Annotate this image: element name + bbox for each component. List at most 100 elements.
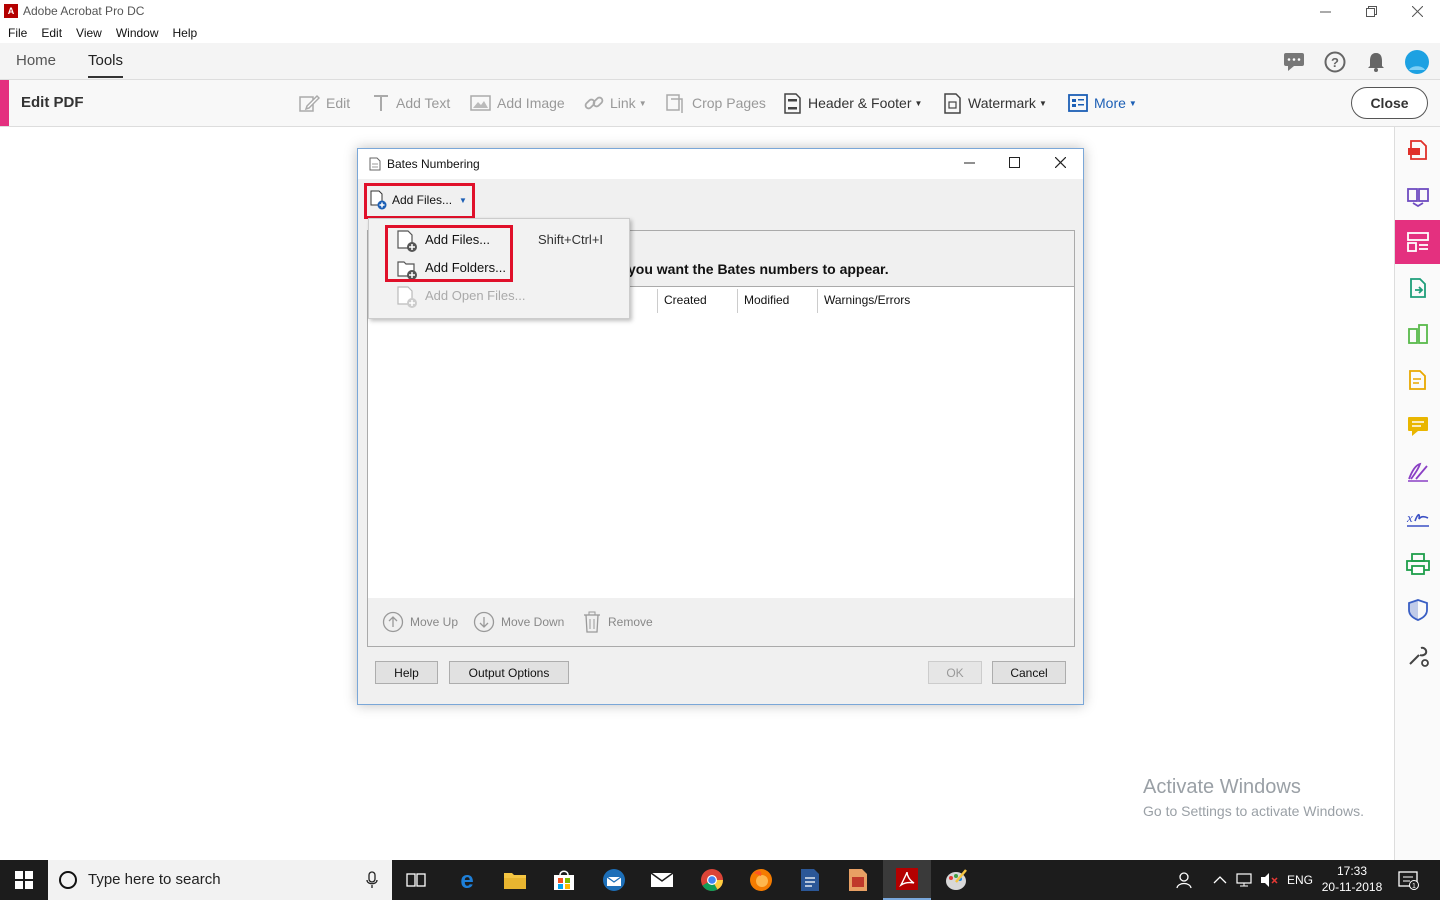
tool-watermark-label: Watermark: [968, 95, 1036, 111]
more-tools-wrench-icon[interactable]: [1395, 634, 1440, 678]
windows-taskbar: Type here to search e ENG 17:33 20-11-20…: [0, 860, 1440, 900]
mail-icon[interactable]: [638, 860, 686, 900]
tool-crop-pages-label: Crop Pages: [692, 95, 766, 111]
menu-window[interactable]: Window: [116, 26, 159, 40]
dialog-minimize-button[interactable]: [959, 155, 979, 172]
tool-add-text[interactable]: Add Text: [372, 92, 450, 114]
image-icon: [470, 95, 491, 111]
move-up-button[interactable]: Move Up: [382, 611, 458, 633]
chevron-down-icon: ▼: [914, 98, 923, 108]
taskbar-search-box[interactable]: Type here to search: [48, 860, 392, 900]
column-modified[interactable]: Modified: [744, 293, 789, 307]
tool-link[interactable]: Link ▼: [584, 92, 647, 114]
activate-title: Activate Windows: [1143, 776, 1301, 798]
minimize-button[interactable]: [1302, 0, 1348, 22]
maximize-icon: [1008, 157, 1020, 168]
document-icon: [369, 157, 381, 171]
protect-shield-icon[interactable]: [1395, 588, 1440, 632]
cancel-button[interactable]: Cancel: [992, 661, 1066, 684]
watermark-icon: [944, 92, 961, 114]
create-pdf-icon[interactable]: [1395, 128, 1440, 172]
chrome-icon[interactable]: [688, 860, 736, 900]
tab-home[interactable]: Home: [16, 52, 56, 69]
ok-button[interactable]: OK: [928, 661, 982, 684]
window-title: Adobe Acrobat Pro DC: [23, 4, 145, 18]
action-center-icon[interactable]: 1: [1398, 860, 1420, 900]
output-options-button[interactable]: Output Options: [449, 661, 569, 684]
paint-icon[interactable]: [932, 860, 980, 900]
request-signatures-icon[interactable]: [1395, 358, 1440, 402]
user-avatar[interactable]: [1404, 49, 1430, 75]
document-viewer-icon[interactable]: [834, 860, 882, 900]
right-tools-sidebar: x: [1394, 127, 1440, 860]
word-document-icon[interactable]: [786, 860, 834, 900]
column-divider: [737, 289, 738, 313]
acrobat-taskbar-icon[interactable]: [883, 860, 931, 900]
tab-tools[interactable]: Tools: [88, 52, 123, 69]
task-view-icon[interactable]: [392, 860, 440, 900]
cortana-icon: [59, 871, 77, 889]
tool-edit-label: Edit: [326, 95, 351, 111]
close-tool-button[interactable]: Close: [1351, 87, 1428, 119]
print-production-icon[interactable]: [1395, 542, 1440, 586]
tool-edit[interactable]: Edit: [298, 92, 350, 114]
clock-time: 17:33: [1336, 864, 1368, 878]
restore-button[interactable]: [1348, 0, 1394, 22]
store-icon[interactable]: [540, 860, 588, 900]
menu-edit[interactable]: Edit: [41, 26, 62, 40]
thunderbird-icon[interactable]: [590, 860, 638, 900]
tool-more[interactable]: More ▼: [1068, 92, 1137, 114]
remove-button[interactable]: Remove: [582, 611, 653, 633]
arrow-down-circle-icon: [473, 611, 495, 633]
menu-item-add-open-files[interactable]: Add Open Files...: [369, 283, 629, 309]
activate-windows-watermark: Activate Windows Go to Settings to activ…: [1143, 776, 1364, 819]
column-divider: [657, 289, 658, 313]
people-icon[interactable]: [1176, 860, 1194, 900]
send-for-signature-icon[interactable]: x: [1395, 496, 1440, 540]
combine-files-icon[interactable]: [1395, 174, 1440, 218]
organize-pages-icon[interactable]: [1395, 220, 1440, 264]
dialog-close-button[interactable]: [1050, 155, 1070, 172]
column-created[interactable]: Created: [664, 293, 707, 307]
svg-text:x: x: [1406, 510, 1413, 525]
tool-header-footer-label: Header & Footer: [808, 95, 912, 111]
comment-icon[interactable]: [1395, 404, 1440, 448]
trash-icon: [584, 611, 600, 633]
add-open-files-icon: [397, 286, 417, 308]
close-icon: [1411, 5, 1423, 17]
link-icon: [584, 96, 604, 110]
volume-muted-icon[interactable]: [1260, 860, 1278, 900]
edge-browser-icon[interactable]: e: [443, 860, 491, 900]
menu-view[interactable]: View: [76, 26, 102, 40]
file-explorer-icon[interactable]: [491, 860, 539, 900]
tool-title: Edit PDF: [21, 94, 84, 111]
export-pdf-icon[interactable]: [1395, 266, 1440, 310]
tool-crop-pages[interactable]: Crop Pages: [665, 92, 766, 114]
column-warnings-errors[interactable]: Warnings/Errors: [824, 293, 910, 307]
network-icon[interactable]: [1236, 860, 1254, 900]
tool-header-footer[interactable]: Header & Footer ▼: [783, 92, 922, 114]
move-down-button[interactable]: Move Down: [473, 611, 564, 633]
tool-add-image[interactable]: Add Image: [470, 92, 565, 114]
taskbar-clock[interactable]: 17:33 20-11-2018: [1320, 863, 1384, 895]
highlight-box: [364, 183, 475, 219]
menu-help[interactable]: Help: [173, 26, 198, 40]
notifications-bell-icon[interactable]: [1363, 49, 1389, 75]
show-hidden-icons-chevron-up-icon[interactable]: [1213, 860, 1227, 900]
tool-add-image-label: Add Image: [497, 95, 565, 111]
tool-add-text-label: Add Text: [396, 95, 451, 111]
close-window-button[interactable]: [1394, 0, 1440, 22]
edit-pdf-side-icon[interactable]: [1395, 312, 1440, 356]
start-button[interactable]: [0, 860, 48, 900]
help-button[interactable]: Help: [375, 661, 438, 684]
comments-icon[interactable]: [1281, 49, 1307, 75]
firefox-icon[interactable]: [737, 860, 785, 900]
search-placeholder: Type here to search: [88, 871, 221, 888]
fill-sign-icon[interactable]: [1395, 450, 1440, 494]
menu-file[interactable]: File: [8, 26, 27, 40]
microphone-icon[interactable]: [366, 871, 378, 889]
dialog-maximize-button[interactable]: [1004, 155, 1024, 172]
language-indicator[interactable]: ENG: [1287, 860, 1313, 900]
help-icon[interactable]: ?: [1322, 49, 1348, 75]
tool-watermark[interactable]: Watermark ▼: [943, 92, 1047, 114]
